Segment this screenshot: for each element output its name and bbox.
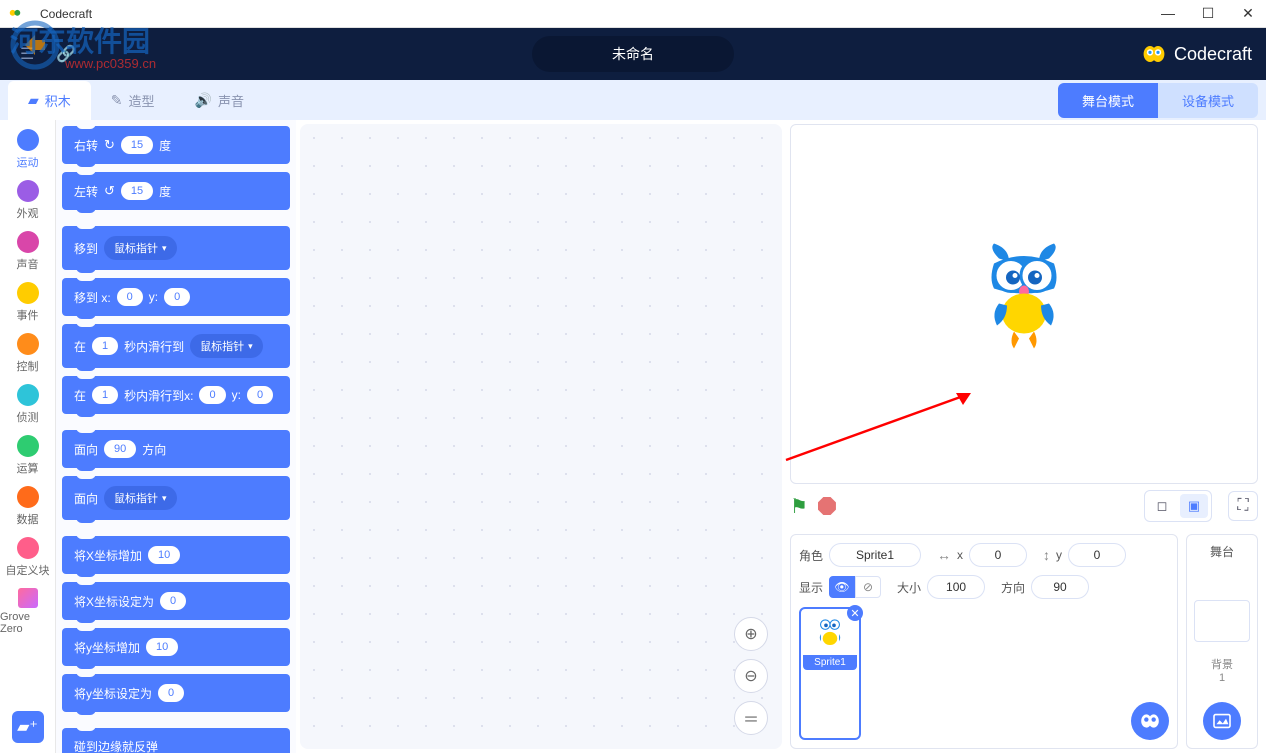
- canvas-grid: [300, 124, 782, 749]
- top-bar: ☰ 🔗 未命名 Codecraft: [0, 28, 1266, 80]
- category-myblocks[interactable]: 自定义块: [6, 534, 50, 581]
- link-icon[interactable]: 🔗: [50, 38, 82, 70]
- y-icon: ↕: [1043, 547, 1050, 563]
- tab-costumes[interactable]: ✎造型: [91, 81, 175, 120]
- block-goto-target[interactable]: 移到鼠标指针: [62, 226, 290, 270]
- sound-icon: 🔊: [195, 92, 212, 109]
- glide-dropdown[interactable]: 鼠标指针: [190, 334, 263, 358]
- show-hidden-button[interactable]: ⊘: [855, 576, 881, 598]
- block-set-x[interactable]: 将X坐标设定为0: [62, 582, 290, 620]
- add-extension-button[interactable]: ▰⁺: [12, 711, 44, 743]
- annotation-arrow: [781, 385, 981, 465]
- green-flag-button[interactable]: ⚑: [790, 494, 808, 519]
- stage-large-button[interactable]: ▣: [1180, 494, 1208, 518]
- window-titlebar: Codecraft — ☐ ✕: [0, 0, 1266, 28]
- category-sidebar: 运动 外观 声音 事件 控制 侦测 运算 数据 自定义块 Grove Zero …: [0, 120, 56, 753]
- tabs-row: ▰积木 ✎造型 🔊声音 舞台模式 设备模式: [0, 80, 1266, 120]
- maximize-button[interactable]: ☐: [1198, 5, 1218, 22]
- point-dropdown[interactable]: 鼠标指针: [104, 486, 177, 510]
- stage-thumbnail[interactable]: [1194, 600, 1250, 642]
- tab-sounds[interactable]: 🔊声音: [175, 81, 264, 120]
- sprite-x-input[interactable]: 0: [969, 543, 1027, 567]
- rotate-ccw-icon: ↺: [104, 183, 115, 199]
- script-canvas[interactable]: ⊕ ⊖ ＝: [300, 124, 782, 749]
- block-turn-left[interactable]: 左转↺15度: [62, 172, 290, 210]
- category-sensing[interactable]: 侦测: [17, 381, 39, 428]
- sprite-thumb-sprite1[interactable]: ✕ Sprite1: [799, 607, 861, 740]
- goto-dropdown[interactable]: 鼠标指针: [104, 236, 177, 260]
- blocks-palette: 右转↻15度 左转↺15度 移到鼠标指针 移到 x:0y:0 在1秒内滑行到鼠标…: [56, 120, 296, 753]
- minimize-button[interactable]: —: [1158, 5, 1178, 22]
- brush-icon: ✎: [111, 92, 123, 109]
- category-operators[interactable]: 运算: [17, 432, 39, 479]
- block-glide-xy[interactable]: 在1秒内滑行到x:0y:0: [62, 376, 290, 414]
- block-point-towards[interactable]: 面向鼠标指针: [62, 476, 290, 520]
- brand-logo: Codecraft: [1142, 44, 1252, 65]
- sprite-delete-button[interactable]: ✕: [847, 605, 863, 621]
- category-looks[interactable]: 外观: [17, 177, 39, 224]
- show-visible-button[interactable]: 👁: [829, 576, 855, 598]
- add-backdrop-button[interactable]: [1203, 702, 1241, 740]
- zoom-out-button[interactable]: ⊖: [734, 659, 768, 693]
- sprite-direction-input[interactable]: 90: [1031, 575, 1089, 599]
- mode-stage[interactable]: 舞台模式: [1058, 83, 1158, 118]
- stage-small-button[interactable]: ◻: [1148, 494, 1176, 518]
- block-bounce-edge[interactable]: 碰到边缘就反弹: [62, 728, 290, 753]
- block-change-x[interactable]: 将X坐标增加10: [62, 536, 290, 574]
- window-title: Codecraft: [40, 7, 92, 21]
- category-grove-zero[interactable]: Grove Zero: [0, 585, 55, 638]
- tab-blocks[interactable]: ▰积木: [8, 81, 91, 120]
- project-name[interactable]: 未命名: [532, 36, 734, 72]
- category-motion[interactable]: 运动: [17, 126, 39, 173]
- category-variables[interactable]: 数据: [17, 483, 39, 530]
- sprite-owl[interactable]: [979, 244, 1069, 354]
- rotate-cw-icon: ↻: [104, 137, 115, 153]
- block-set-y[interactable]: 将y坐标设定为0: [62, 674, 290, 712]
- fullscreen-button[interactable]: ⛶: [1228, 491, 1258, 521]
- stage-section: 舞台 背景 1: [1186, 534, 1258, 749]
- mode-device[interactable]: 设备模式: [1158, 83, 1258, 118]
- app-icon: [8, 7, 22, 21]
- close-button[interactable]: ✕: [1238, 5, 1258, 22]
- add-sprite-button[interactable]: [1131, 702, 1169, 740]
- stage-preview[interactable]: [790, 124, 1258, 484]
- category-events[interactable]: 事件: [17, 279, 39, 326]
- blocks-icon: ▰: [28, 92, 39, 109]
- right-panel: ⚑ ◻ ▣ ⛶ 角色Sprite1 ↔x0 ↕y0 显示👁⊘ 大小100 方向9…: [786, 120, 1266, 753]
- sprite-y-input[interactable]: 0: [1068, 543, 1126, 567]
- xy-icon: ↔: [937, 547, 951, 563]
- category-control[interactable]: 控制: [17, 330, 39, 377]
- sprite-list: ✕ Sprite1: [799, 607, 1169, 740]
- zoom-reset-button[interactable]: ＝: [734, 701, 768, 735]
- menu-icon[interactable]: ☰: [14, 38, 40, 70]
- sprite-size-input[interactable]: 100: [927, 575, 985, 599]
- category-sound[interactable]: 声音: [17, 228, 39, 275]
- block-glide-to[interactable]: 在1秒内滑行到鼠标指针: [62, 324, 290, 368]
- block-change-y[interactable]: 将y坐标增加10: [62, 628, 290, 666]
- block-goto-xy[interactable]: 移到 x:0y:0: [62, 278, 290, 316]
- zoom-in-button[interactable]: ⊕: [734, 617, 768, 651]
- block-point-direction[interactable]: 面向90方向: [62, 430, 290, 468]
- sprite-info-panel: 角色Sprite1 ↔x0 ↕y0 显示👁⊘ 大小100 方向90 ✕ Spri…: [790, 534, 1178, 749]
- block-turn-right[interactable]: 右转↻15度: [62, 126, 290, 164]
- sprite-name-input[interactable]: Sprite1: [829, 543, 921, 567]
- stop-button[interactable]: [818, 497, 836, 515]
